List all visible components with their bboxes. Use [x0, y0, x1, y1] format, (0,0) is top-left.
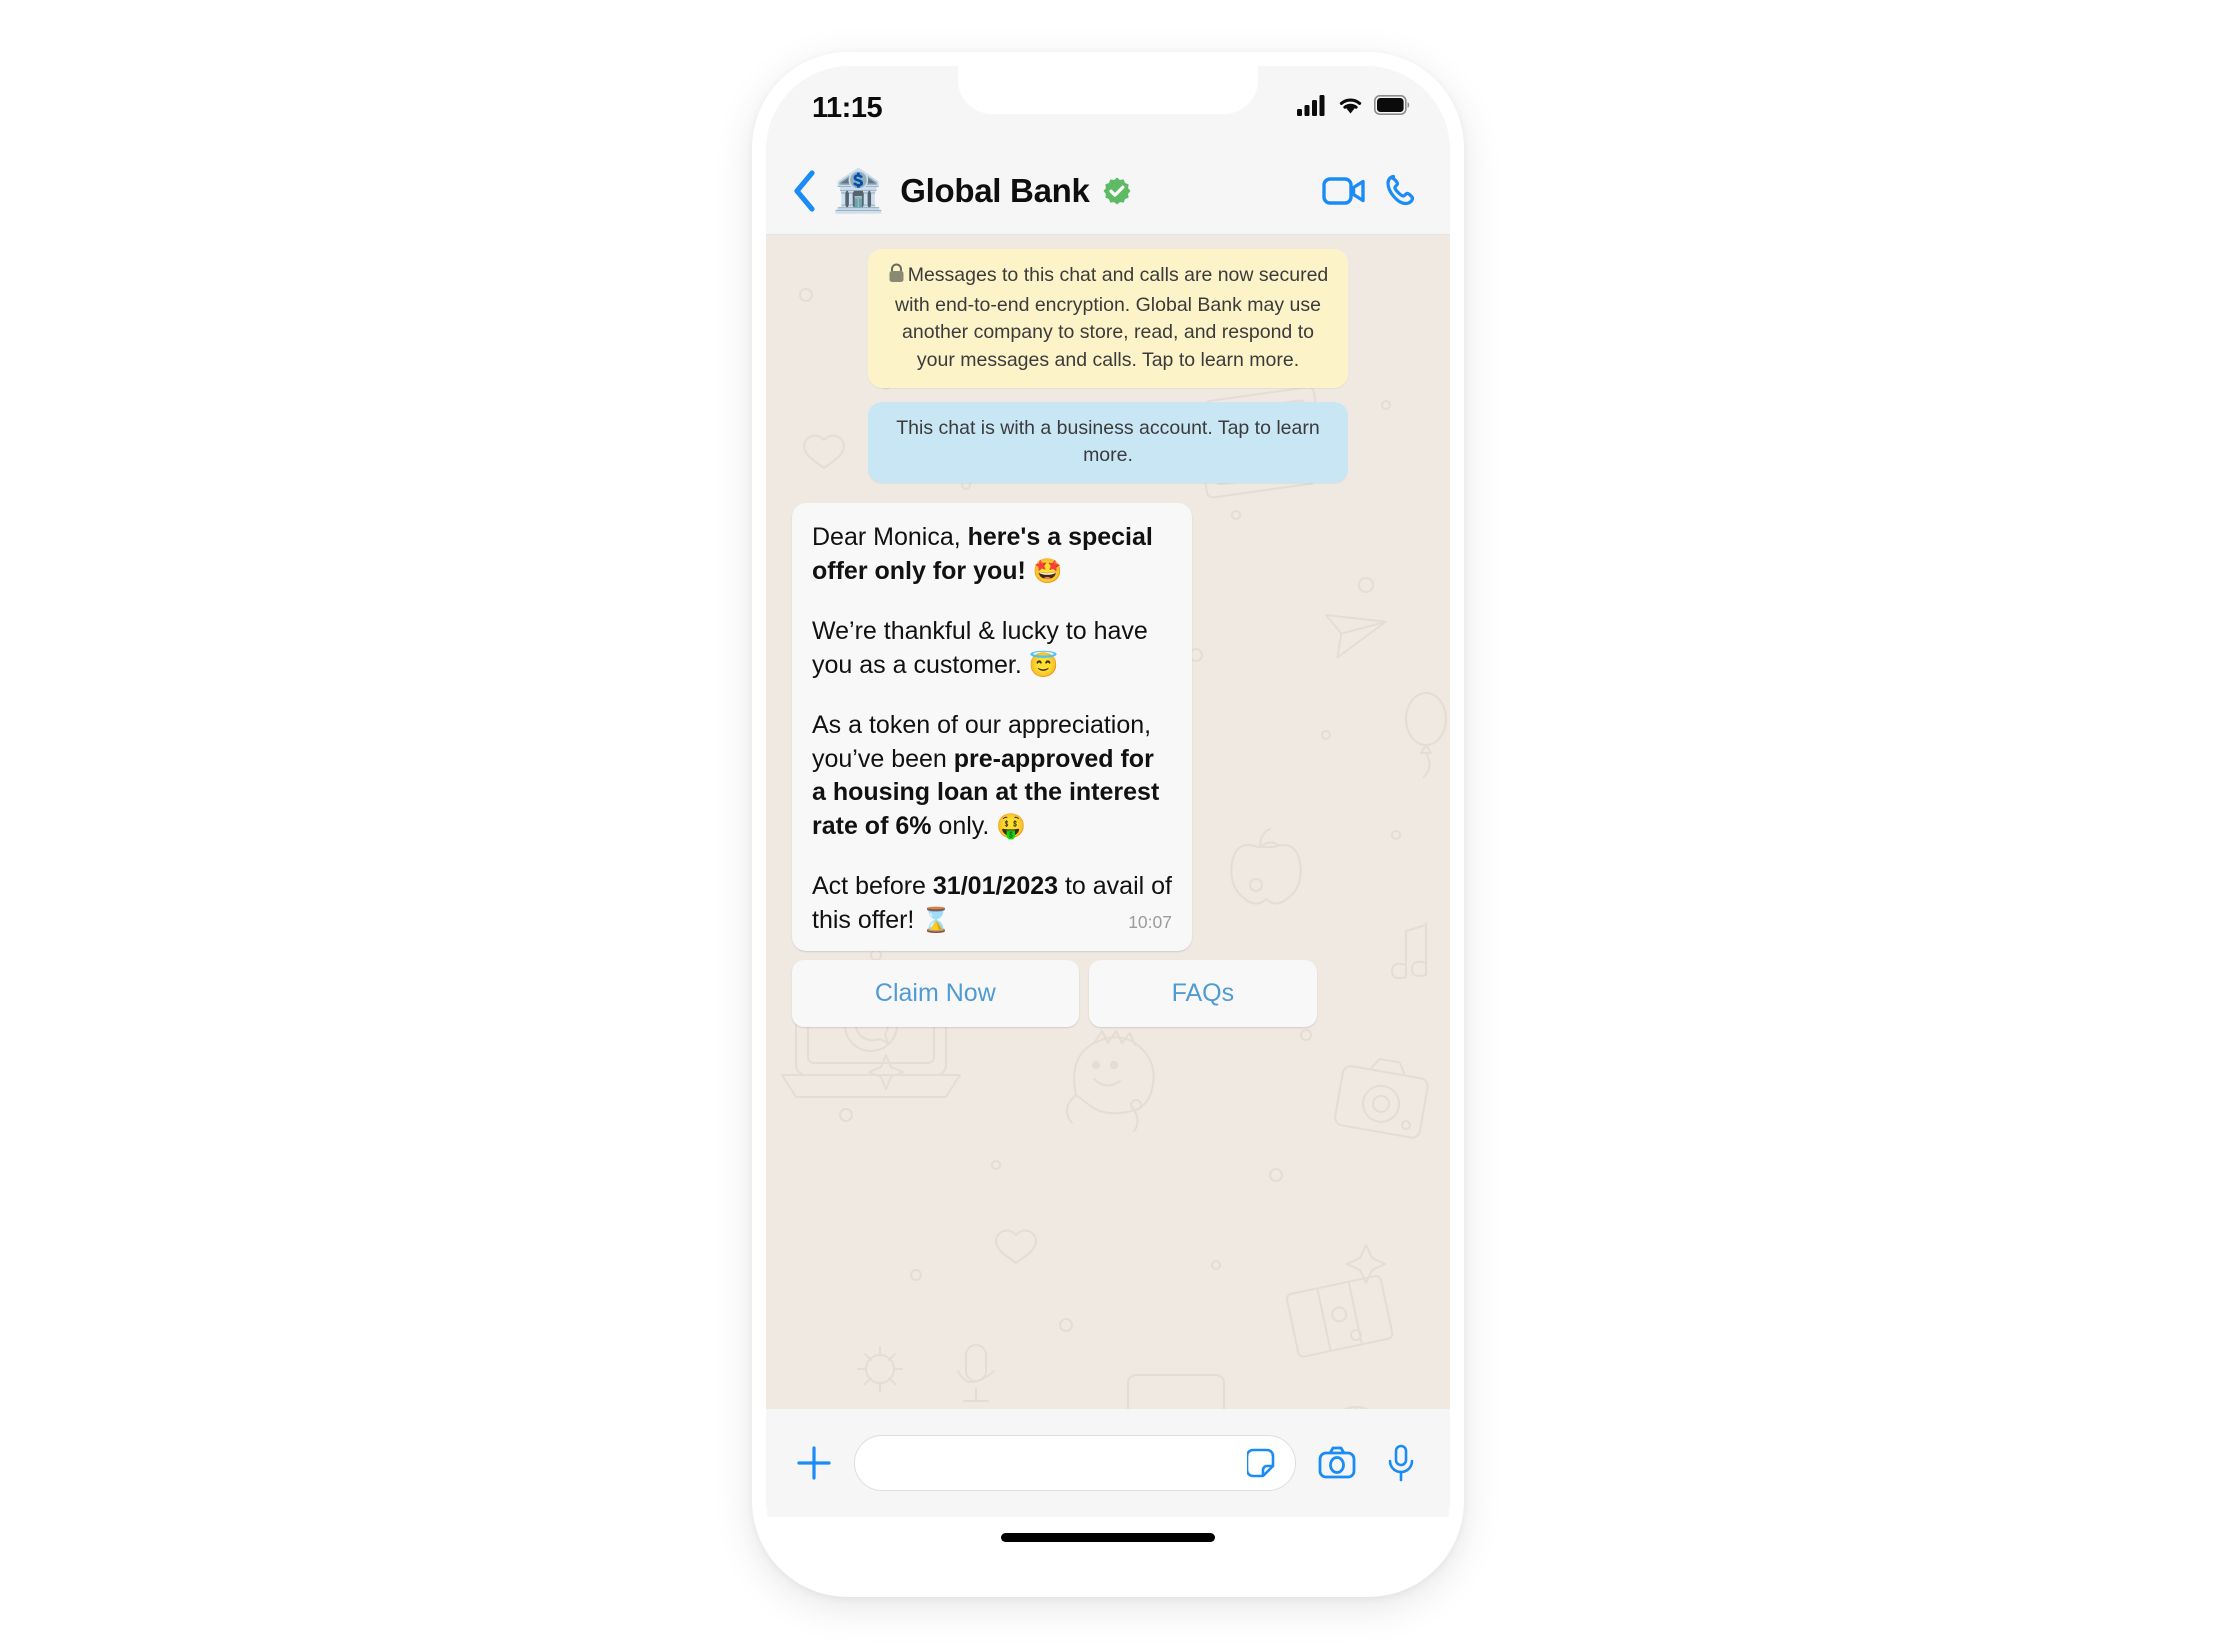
battery-icon — [1374, 95, 1410, 115]
message-text-input[interactable] — [877, 1450, 1247, 1476]
claim-now-button[interactable]: Claim Now — [792, 959, 1079, 1027]
hourglass-emoji: ⌛ — [921, 906, 952, 934]
smiling-face-with-halo-emoji: 😇 — [1028, 651, 1059, 679]
message-paragraph-2: We’re thankful & lucky to have you as a … — [812, 615, 1172, 682]
message-input-field[interactable] — [854, 1435, 1296, 1491]
chat-header: 🏦 Global Bank — [766, 148, 1450, 235]
lock-icon — [888, 263, 905, 292]
money-mouth-emoji: 🤑 — [996, 812, 1027, 840]
message-input-bar — [766, 1409, 1450, 1517]
home-indicator[interactable] — [1001, 1533, 1215, 1542]
p2-plain: We’re thankful & lucky to have you as a … — [812, 617, 1148, 679]
incoming-message-group: Dear Monica, here's a special offer only… — [792, 503, 1444, 1027]
faqs-button[interactable]: FAQs — [1088, 959, 1317, 1027]
business-account-notice[interactable]: This chat is with a business account. Ta… — [868, 401, 1348, 484]
p3-plain-b: only. — [931, 811, 990, 840]
microphone-icon — [1388, 1444, 1414, 1482]
contact-name[interactable]: Global Bank — [900, 172, 1090, 210]
status-bar: 11:15 — [766, 66, 1450, 148]
message-list: Messages to this chat and calls are now … — [782, 249, 1434, 1027]
voice-call-button[interactable] — [1372, 173, 1428, 209]
camera-icon — [1318, 1446, 1356, 1479]
paragraph-gap-2 — [812, 682, 1172, 709]
message-timestamp: 10:07 — [1128, 912, 1172, 933]
paragraph-gap-3 — [812, 843, 1172, 870]
encryption-notice[interactable]: Messages to this chat and calls are now … — [868, 249, 1348, 388]
p1-plain: Dear Monica, — [812, 523, 968, 552]
status-bar-icons — [1297, 94, 1410, 116]
message-bubble[interactable]: Dear Monica, here's a special offer only… — [792, 503, 1192, 951]
quick-reply-buttons: Claim Now FAQs — [792, 959, 1317, 1027]
paragraph-gap-1 — [812, 588, 1172, 615]
star-struck-emoji: 🤩 — [1032, 557, 1063, 585]
video-call-button[interactable] — [1316, 175, 1372, 207]
screenshot-canvas: 11:15 🏦 Global Bank Messages to this cha… — [0, 0, 2232, 1649]
video-call-icon — [1322, 177, 1365, 205]
plus-icon — [797, 1446, 831, 1480]
device-notch — [958, 66, 1258, 114]
cellular-signal-icon — [1297, 95, 1325, 116]
p4-bold: 31/01/2023 — [932, 872, 1059, 901]
p4-plain-a: Act before — [812, 872, 933, 901]
wifi-icon — [1339, 98, 1362, 114]
back-chevron-icon — [794, 170, 815, 212]
home-indicator-area — [766, 1517, 1450, 1583]
sticker-icon — [1247, 1448, 1275, 1478]
microphone-button[interactable] — [1378, 1444, 1424, 1482]
message-paragraph-1: Dear Monica, here's a special offer only… — [812, 521, 1172, 588]
phone-device-frame: 11:15 🏦 Global Bank Messages to this cha… — [752, 52, 1464, 1597]
phone-screen: 11:15 🏦 Global Bank Messages to this cha… — [766, 66, 1450, 1583]
sticker-button[interactable] — [1247, 1447, 1279, 1479]
contact-avatar[interactable]: 🏦 — [832, 170, 884, 212]
status-bar-time: 11:15 — [812, 92, 883, 124]
voice-call-icon — [1386, 174, 1415, 206]
business-notice-text: This chat is with a business account. Ta… — [896, 416, 1320, 467]
camera-button[interactable] — [1314, 1446, 1360, 1480]
chat-message-area: Messages to this chat and calls are now … — [766, 235, 1450, 1409]
back-button[interactable] — [784, 169, 824, 213]
message-paragraph-3: As a token of our appreciation, you’ve b… — [812, 709, 1172, 843]
encryption-notice-text: Messages to this chat and calls are now … — [895, 264, 1329, 372]
verified-badge-icon — [1102, 176, 1132, 206]
attach-button[interactable] — [792, 1444, 836, 1482]
